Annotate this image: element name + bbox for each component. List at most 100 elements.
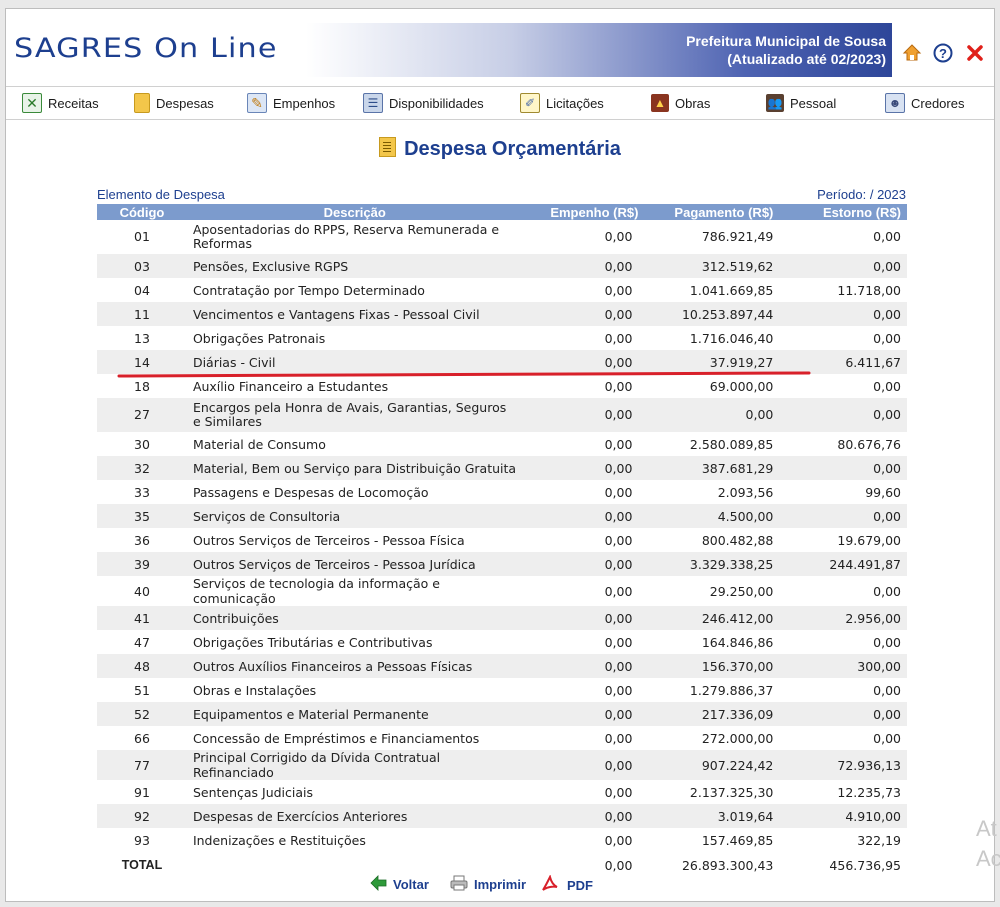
nav-receitas[interactable]: ✕ Receitas	[22, 92, 99, 114]
help-icon[interactable]: ?	[933, 43, 953, 63]
cell-estorno: 0,00	[873, 634, 901, 650]
nav-pessoal[interactable]: 👥 Pessoal	[766, 92, 836, 114]
cell-description: Obrigações Tributárias e Contributivas	[192, 634, 433, 650]
table-row: 36 Outros Serviços de Terceiros - Pessoa …	[97, 528, 907, 552]
cell-empenho: 0,00	[604, 436, 633, 452]
cell-code: 13	[134, 330, 150, 346]
cell-estorno: 72.936,13	[837, 757, 901, 773]
cell-pagamento: 217.336,09	[701, 706, 774, 722]
nav-licitacoes[interactable]: ✐ Licitações	[520, 92, 604, 114]
cell-estorno: 4.910,00	[845, 808, 901, 824]
sagres-logo[interactable]: SAGRES On Line	[14, 33, 278, 64]
cell-description: Pensões, Exclusive RGPS	[192, 258, 349, 274]
cell-code: 47	[134, 634, 150, 650]
cell-estorno: 11.718,00	[837, 282, 901, 298]
side-overlay-text: At Ac	[976, 814, 1000, 874]
cell-estorno: 0,00	[873, 407, 901, 422]
cell-description: Obrigações Patronais	[192, 330, 326, 346]
nav-empenhos-label: Empenhos	[273, 95, 336, 111]
table-header-row: Código Descrição Empenho (R$) Pagamento …	[97, 204, 907, 220]
cell-empenho: 0,00	[604, 460, 633, 476]
cell-empenho: 0,00	[604, 808, 633, 824]
cell-empenho: 0,00	[604, 832, 633, 848]
table-caption: Elemento de Despesa	[97, 187, 225, 202]
close-icon[interactable]	[965, 43, 985, 63]
cell-empenho: 0,00	[604, 610, 633, 626]
cell-description: Indenizações e Restituições	[192, 832, 366, 848]
nav-obras[interactable]: ▲ Obras	[651, 92, 710, 114]
header-descricao[interactable]: Descrição	[186, 204, 523, 220]
table-row: 77 Principal Corrigido da Dívida Contratu…	[97, 750, 907, 780]
cell-description: Outros Serviços de Terceiros - Pessoa Ju…	[192, 556, 476, 572]
cell-code: 36	[134, 532, 150, 548]
pdf-link[interactable]: PDF	[541, 874, 593, 896]
table-row: 52 Equipamentos e Material Permanente 0,00…	[97, 702, 907, 726]
cell-code: 52	[134, 706, 150, 722]
cell-pagamento: 786.921,49	[701, 229, 774, 244]
clipboard-icon: ✐	[520, 93, 540, 113]
nav-despesas[interactable]: Despesas	[134, 92, 214, 114]
cell-code: 91	[134, 784, 150, 800]
cell-empenho: 0,00	[604, 634, 633, 650]
cell-description: Material, Bem ou Serviço para Distribuiç…	[192, 460, 517, 476]
nav-empenhos[interactable]: ✎ Empenhos	[247, 92, 335, 114]
cell-estorno: 0,00	[873, 330, 901, 346]
cell-description: Vencimentos e Vantagens Fixas - Pessoal …	[192, 306, 480, 322]
table-row: 39 Outros Serviços de Terceiros - Pessoa …	[97, 552, 907, 576]
side-text-1: At	[976, 816, 997, 841]
header-estorno[interactable]: Estorno (R$)	[779, 204, 907, 220]
cell-estorno: 80.676,76	[837, 436, 901, 452]
cell-empenho: 0,00	[604, 532, 633, 548]
nav-despesas-label: Despesas	[156, 95, 214, 111]
table-row: 30 Material de Consumo 0,00 2.580.089,85 80.…	[97, 432, 907, 456]
back-label: Voltar	[393, 877, 429, 892]
cell-description: Despesas de Exercícios Anteriores	[192, 808, 408, 824]
cell-estorno: 300,00	[857, 658, 901, 674]
footer-actions: Voltar Imprimir PDF	[6, 871, 994, 897]
cell-estorno: 0,00	[873, 583, 901, 599]
cell-code: 66	[134, 730, 150, 746]
table-row: 04 Contratação por Tempo Determinado 0,00 1…	[97, 278, 907, 302]
cell-description: Principal Corrigido da Dívida Contratual…	[192, 750, 441, 780]
cell-code: 04	[134, 282, 150, 298]
svg-text:?: ?	[939, 46, 947, 61]
table-row: 32 Material, Bem ou Serviço para Distribu…	[97, 456, 907, 480]
cell-estorno: 0,00	[873, 706, 901, 722]
table-row: 92 Despesas de Exercícios Anteriores 0,00 3…	[97, 804, 907, 828]
header-codigo[interactable]: Código	[97, 204, 187, 220]
cell-estorno: 0,00	[873, 508, 901, 524]
nav-disponibilidades[interactable]: ☰ Disponibilidades	[363, 92, 484, 114]
cell-pagamento: 0,00	[745, 407, 774, 422]
back-link[interactable]: Voltar	[370, 875, 429, 894]
cell-empenho: 0,00	[604, 484, 633, 500]
main-nav: ✕ Receitas Despesas ✎ Empenhos ☰ Disponi…	[6, 86, 994, 120]
nav-credores[interactable]: ☻ Credores	[885, 92, 964, 114]
cell-description: Contribuições	[192, 610, 279, 626]
cell-code: 93	[134, 832, 150, 848]
cell-estorno: 99,60	[865, 484, 901, 500]
table-row: 47 Obrigações Tributárias e Contributivas…	[97, 630, 907, 654]
cell-pagamento: 800.482,88	[701, 532, 774, 548]
cell-pagamento: 272.000,00	[701, 730, 774, 746]
cell-description: Contratação por Tempo Determinado	[192, 282, 425, 298]
cell-empenho: 0,00	[604, 229, 633, 244]
app-window: SAGRES On Line Prefeitura Municipal de S…	[5, 8, 995, 902]
creditor-icon: ☻	[885, 93, 905, 113]
home-icon[interactable]	[902, 43, 922, 63]
cell-code: 40	[134, 583, 150, 599]
header-empenho[interactable]: Empenho (R$)	[522, 204, 639, 220]
table-row: 13 Obrigações Patronais 0,00 1.716.046,40 0,…	[97, 326, 907, 350]
cell-code: 27	[134, 407, 150, 422]
print-link[interactable]: Imprimir	[450, 875, 526, 894]
header-pagamento[interactable]: Pagamento (R$)	[638, 204, 780, 220]
cell-pagamento: 387.681,29	[701, 460, 774, 476]
cell-code: 01	[134, 229, 150, 244]
table-row: 27 Encargos pela Honra de Avais, Garantia…	[97, 398, 907, 432]
title-area: Despesa Orçamentária	[6, 137, 994, 161]
table-row: 66 Concessão de Empréstimos e Financiamen…	[97, 726, 907, 750]
cell-description: Material de Consumo	[192, 436, 326, 452]
cell-estorno: 0,00	[873, 306, 901, 322]
nav-obras-label: Obras	[675, 95, 711, 111]
cell-code: 35	[134, 508, 150, 524]
cell-estorno: 0,00	[873, 229, 901, 244]
